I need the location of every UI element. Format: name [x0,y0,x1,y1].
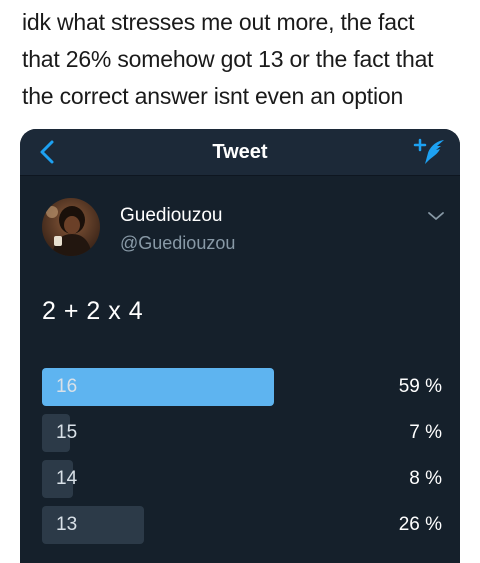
poll-option-percent: 8 % [409,468,442,489]
poll-option: 16 59 % [42,367,444,413]
poll-option-label: 16 [56,376,78,397]
poll-option-percent: 59 % [398,376,442,397]
nav-bar: Tweet [20,129,460,176]
poll-option: 15 7 % [42,413,444,459]
poll-option-label: 13 [56,514,78,535]
poll: 16 59 % 15 7 % 14 8 % 13 26 % [42,367,444,551]
avatar[interactable] [42,198,100,256]
poll-option-label: 15 [56,422,78,443]
caption-line-1: idk what stresses me out more, the fact [22,9,415,35]
poll-option-percent: 26 % [398,514,442,535]
tweet-screen: Tweet Guediouzou @Guediouzou 2 + 2 x 4 1… [20,129,460,563]
caption-line-2: that 26% somehow got 13 or the fact that [22,46,434,72]
tweet-text: 2 + 2 x 4 [42,297,144,325]
chevron-down-icon[interactable] [426,209,446,223]
nav-title: Tweet [212,141,268,163]
poll-option-percent: 7 % [409,422,442,443]
poll-option: 14 8 % [42,459,444,505]
meme-caption: idk what stresses me out more, the fact … [22,4,472,115]
display-name[interactable]: Guediouzou [120,205,222,227]
poll-option: 13 26 % [42,505,444,551]
caption-line-3: the correct answer isnt even an option [22,83,404,109]
poll-option-label: 14 [56,468,78,489]
compose-tweet-icon[interactable] [412,137,446,167]
user-handle[interactable]: @Guediouzou [120,233,235,254]
